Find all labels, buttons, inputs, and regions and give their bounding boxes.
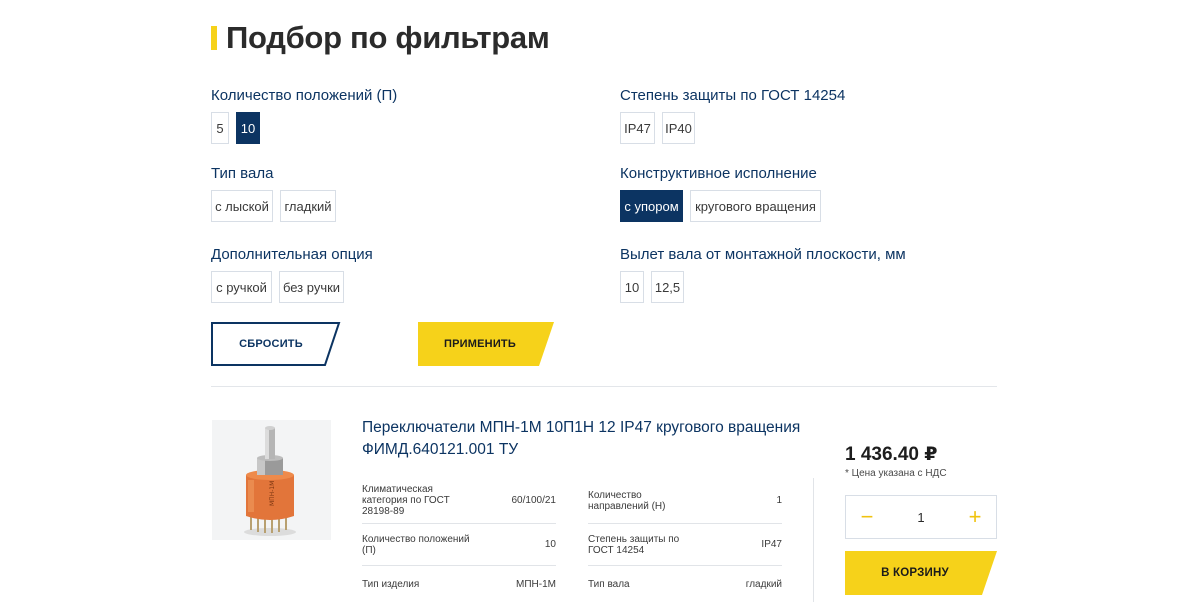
spec-name: Тип вала — [588, 579, 630, 590]
chip-positions-5[interactable]: 5 — [211, 112, 229, 144]
filter-design-label: Конструктивное исполнение — [620, 165, 817, 182]
spec-row: Климатическая категория по ГОСТ 28198-89… — [362, 478, 556, 524]
chip-protection-ip47[interactable]: IP47 — [620, 112, 655, 144]
chip-protection-ip40[interactable]: IP40 — [662, 112, 695, 144]
chip-without-handle[interactable]: без ручки — [279, 271, 344, 303]
rotary-switch-photo-icon: МПН-1М — [212, 420, 331, 540]
quantity-stepper: − + — [845, 495, 997, 539]
spec-value: IP47 — [761, 539, 782, 550]
chip-shaft-flat[interactable]: с лыской — [211, 190, 273, 222]
add-to-cart-button[interactable]: В КОРЗИНУ — [845, 551, 997, 595]
spec-row: Тип изделия МПН-1М — [362, 566, 556, 602]
spec-name: Степень защиты по ГОСТ 14254 — [588, 533, 680, 556]
product-image[interactable]: МПН-1М — [212, 420, 331, 540]
price-vat-note: * Цена указана с НДС — [845, 468, 947, 479]
spec-value: 60/100/21 — [511, 495, 557, 506]
spec-value: гладкий — [745, 579, 782, 590]
spec-row: Степень защиты по ГОСТ 14254 IP47 — [588, 524, 782, 566]
reset-button[interactable]: СБРОСИТЬ — [211, 322, 341, 366]
title-accent-bar — [211, 26, 217, 50]
quantity-input[interactable] — [906, 509, 936, 525]
column-divider — [813, 478, 814, 602]
filter-shaft-type-options: с лыской гладкий — [211, 190, 336, 222]
svg-text:МПН-1М: МПН-1М — [269, 481, 276, 506]
chip-design-stop[interactable]: с упором — [620, 190, 683, 222]
chip-offset-12-5[interactable]: 12,5 — [651, 271, 684, 303]
spec-value: 1 — [776, 495, 782, 506]
plus-icon[interactable]: + — [966, 506, 984, 528]
filter-design-options: с упором кругового вращения — [620, 190, 821, 222]
spec-name: Количество положений (П) — [362, 533, 470, 556]
filter-shaft-type-label: Тип вала — [211, 165, 274, 182]
filter-positions-label: Количество положений (П) — [211, 87, 398, 104]
filter-extra-label: Дополнительная опция — [211, 246, 373, 263]
page-title: Подбор по фильтрам — [226, 20, 550, 55]
filter-protection-label: Степень защиты по ГОСТ 14254 — [620, 87, 846, 104]
specs-left-column: Климатическая категория по ГОСТ 28198-89… — [362, 478, 556, 602]
product-price: 1 436.40 ₽ — [845, 444, 938, 465]
specs-right-column: Количество направлений (Н) 1 Степень защ… — [588, 478, 782, 602]
filter-shaft-offset-options: 10 12,5 — [620, 271, 684, 303]
chip-shaft-smooth[interactable]: гладкий — [280, 190, 336, 222]
filter-positions-options: 5 10 — [211, 112, 260, 144]
apply-button-label: ПРИМЕНИТЬ — [444, 338, 516, 350]
apply-button[interactable]: ПРИМЕНИТЬ — [418, 322, 554, 366]
chip-offset-10[interactable]: 10 — [620, 271, 644, 303]
spec-row: Тип вала гладкий — [588, 566, 782, 602]
minus-icon[interactable]: − — [858, 506, 876, 528]
spec-row: Количество направлений (Н) 1 — [588, 478, 782, 524]
filter-extra-options: с ручкой без ручки — [211, 271, 344, 303]
chip-design-rotary[interactable]: кругового вращения — [690, 190, 821, 222]
spec-value: МПН-1М — [516, 579, 556, 590]
product-title-link[interactable]: Переключатели МПН-1М 10П1Н 12 IP47 круго… — [362, 417, 832, 461]
filter-shaft-offset-label: Вылет вала от монтажной плоскости, мм — [620, 246, 906, 263]
filter-protection-options: IP47 IP40 — [620, 112, 695, 144]
add-to-cart-label: В КОРЗИНУ — [881, 567, 949, 579]
chip-with-handle[interactable]: с ручкой — [211, 271, 272, 303]
section-divider — [211, 386, 997, 387]
chip-positions-10[interactable]: 10 — [236, 112, 260, 144]
spec-name: Количество направлений (Н) — [588, 489, 666, 512]
spec-name: Климатическая категория по ГОСТ 28198-89 — [362, 484, 450, 517]
spec-value: 10 — [544, 539, 556, 550]
spec-row: Количество положений (П) 10 — [362, 524, 556, 566]
spec-name: Тип изделия — [362, 579, 420, 590]
reset-button-label: СБРОСИТЬ — [239, 338, 303, 350]
